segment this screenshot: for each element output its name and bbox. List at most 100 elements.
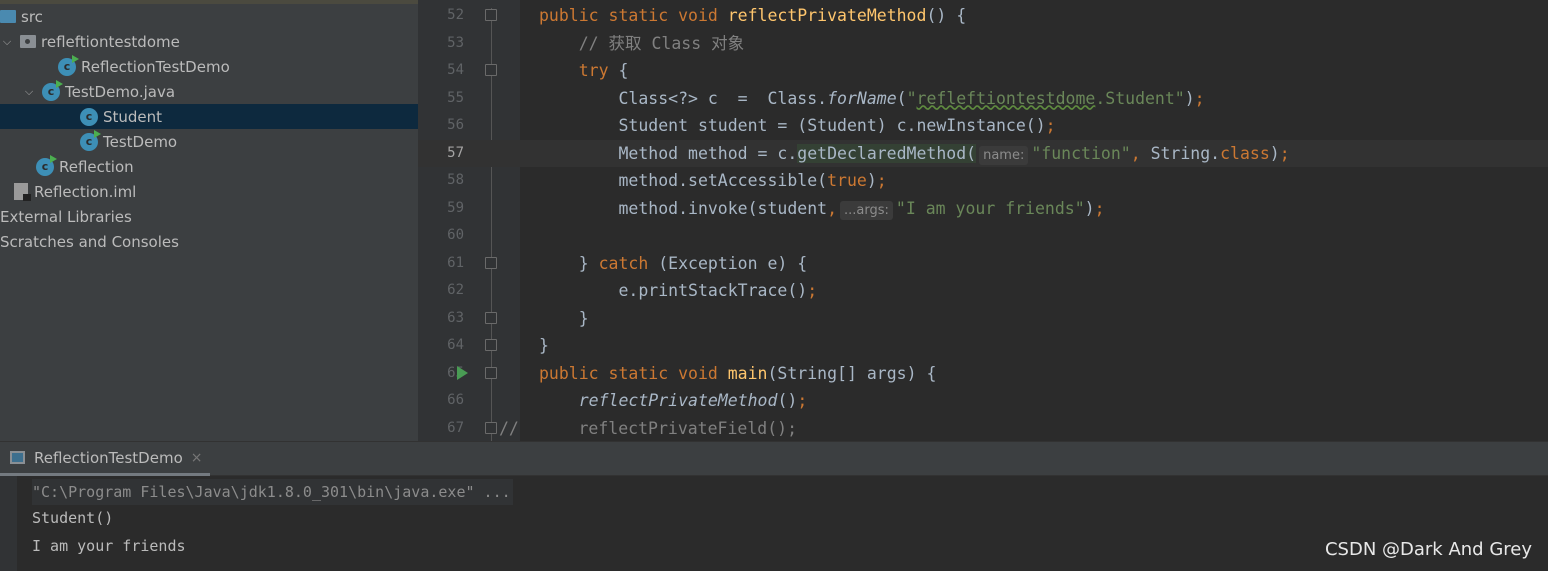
line-number: 53 xyxy=(447,34,464,51)
code-token: } xyxy=(539,253,599,273)
code-token: Student student = (Student) c.newInstanc… xyxy=(539,116,1046,135)
code-token: reflectPrivateMethod xyxy=(727,6,927,25)
line-number: 66 xyxy=(447,392,464,408)
code-token: ; xyxy=(1045,116,1056,135)
tree-item[interactable]: External Libraries xyxy=(0,204,418,229)
parameter-hint: name: xyxy=(979,145,1029,165)
code-token: refleftiontestdome xyxy=(916,88,1096,108)
tree-item-label: Reflection.iml xyxy=(34,182,137,201)
code-token: public static void xyxy=(539,363,728,383)
code-token: // 获取 Class 对象 xyxy=(539,33,745,53)
tree-item-label: Reflection xyxy=(59,157,134,176)
code-line: Class<?> c = Class.forName("refleftionte… xyxy=(539,85,1204,112)
code-token: Class<?> c = Class. xyxy=(539,88,828,108)
tree-item[interactable]: c TestDemo xyxy=(0,129,418,154)
chevron-down-icon[interactable]: ⌵ xyxy=(0,35,14,49)
code-token: catch xyxy=(598,253,649,273)
code-line: try { xyxy=(539,57,629,84)
line-number: 63 xyxy=(447,309,464,326)
tree-item[interactable]: Reflection.iml xyxy=(0,179,418,204)
code-token: ; xyxy=(1094,198,1105,218)
fold-icon[interactable] xyxy=(485,311,497,324)
line-number: 62 xyxy=(447,282,464,298)
fold-icon[interactable] xyxy=(485,421,497,434)
code-token: String. xyxy=(1150,143,1221,163)
watermark: CSDN @Dark And Grey xyxy=(1324,539,1532,560)
code-token: " xyxy=(906,88,917,108)
class-run-icon: c xyxy=(58,54,79,76)
line-number: 61 xyxy=(447,254,464,271)
line-number: 57 xyxy=(447,144,464,161)
code-token: (Exception e) { xyxy=(648,253,808,273)
code-token: reflectPrivateField(); xyxy=(518,418,798,438)
line-number: 60 xyxy=(447,227,464,243)
run-panel: ReflectionTestDemo × "C:\Program Files\J… xyxy=(0,441,1548,571)
code-token: (String[] args) { xyxy=(767,363,937,383)
code-token: } xyxy=(539,308,589,328)
class-run-icon: c xyxy=(36,154,57,176)
code-line: method.setAccessible(true); xyxy=(539,167,887,194)
close-icon[interactable]: × xyxy=(191,450,203,466)
fold-icon[interactable] xyxy=(485,64,497,76)
code-token: true xyxy=(827,171,867,190)
code-token: ; xyxy=(1279,143,1290,163)
package-icon xyxy=(20,35,36,48)
project-tree: src ⌵ refleftiontestdome c ReflectionTestDem… xyxy=(0,4,418,441)
fold-icon[interactable] xyxy=(485,366,497,379)
line-number: 67 xyxy=(447,419,464,436)
console-output-line: Student() xyxy=(32,509,114,527)
code-token: , xyxy=(1130,143,1151,163)
tree-item[interactable]: ⌵ c TestDemo.java xyxy=(0,79,418,104)
code-token: ; xyxy=(807,281,818,300)
tree-item[interactable]: Scratches and Consoles xyxy=(0,229,418,254)
code-line: Method method = c.getDeclaredMethod(name… xyxy=(539,140,1290,167)
parameter-hint: ...args: xyxy=(840,200,893,220)
code-token: ; xyxy=(797,391,808,410)
code-line: } xyxy=(539,332,549,359)
code-token: getDeclaredMethod( xyxy=(797,143,977,163)
tree-item[interactable]: c Reflection xyxy=(0,154,418,179)
tree-item[interactable]: src xyxy=(0,4,418,29)
run-icon[interactable] xyxy=(457,365,468,380)
chevron-down-icon[interactable]: ⌵ xyxy=(22,85,36,99)
tree-item-label: Student xyxy=(103,107,163,126)
code-token: main xyxy=(727,363,768,383)
code-token: ) xyxy=(1269,143,1280,163)
tree-item[interactable]: ⌵ refleftiontestdome xyxy=(0,29,418,54)
console-command-line: "C:\Program Files\Java\jdk1.8.0_301\bin\… xyxy=(32,479,513,505)
line-number: 55 xyxy=(447,89,464,106)
code-token: ) xyxy=(1184,88,1195,108)
code-token: } xyxy=(539,336,549,355)
code-token: ( xyxy=(896,88,907,108)
console-icon xyxy=(10,451,25,464)
fold-icon[interactable] xyxy=(485,9,497,21)
line-number: 56 xyxy=(447,117,464,133)
tree-item-label: External Libraries xyxy=(0,207,132,226)
code-token: ) xyxy=(866,171,877,190)
code-token: e.printStackTrace() xyxy=(539,281,808,300)
tree-item-label: src xyxy=(21,7,43,26)
class-run-icon: c xyxy=(42,79,63,101)
code-token: () xyxy=(777,391,798,410)
fold-icon[interactable] xyxy=(485,339,497,351)
tree-item-label: TestDemo xyxy=(103,132,178,151)
code-line: e.printStackTrace(); xyxy=(539,277,817,304)
code-token: "I am your friends" xyxy=(895,198,1085,218)
code-line: reflectPrivateMethod(); xyxy=(539,387,808,414)
tree-item[interactable]: c Student xyxy=(0,104,418,129)
line-number: 59 xyxy=(447,199,464,216)
console-toolbar xyxy=(0,476,17,571)
code-token: { xyxy=(608,61,629,80)
run-tab[interactable]: ReflectionTestDemo × xyxy=(0,442,210,476)
code-token: () { xyxy=(926,6,967,25)
code-token: method.invoke(student xyxy=(539,198,828,218)
code-line: } xyxy=(539,305,589,332)
code-token: ) xyxy=(1084,198,1095,218)
code-token: ; xyxy=(876,171,887,190)
console-output-line: I am your friends xyxy=(32,537,186,555)
fold-icon[interactable] xyxy=(485,256,497,269)
code-line: // 获取 Class 对象 xyxy=(539,30,744,57)
tree-item[interactable]: c ReflectionTestDemo xyxy=(0,54,418,79)
